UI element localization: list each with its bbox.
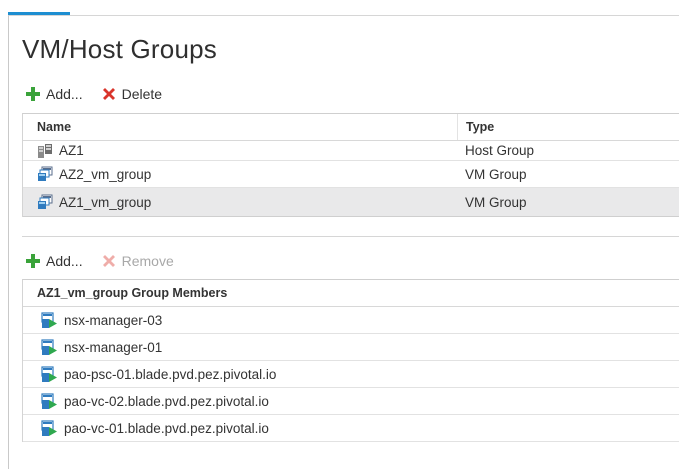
plus-icon [26,87,40,101]
add-member-button[interactable]: Add... [25,253,83,269]
row-name-cell: AZ1_vm_group [23,194,457,210]
row-type: VM Group [465,194,527,210]
groups-table: Name Type AZ1 Host Group AZ2_vm_group VM… [22,113,679,217]
members-toolbar: Add... Remove [25,251,192,271]
column-header-type[interactable]: Type [458,120,679,134]
groups-toolbar: Add... Delete [25,84,180,104]
row-type: Host Group [465,143,535,158]
members-table-header[interactable]: AZ1_vm_group Group Members [23,280,679,307]
members-table: AZ1_vm_group Group Members nsx-manager-0… [22,279,679,442]
vm-powered-on-icon [41,419,57,436]
add-group-label: Add... [46,86,83,102]
column-header-name[interactable]: Name [23,120,457,134]
host-group-icon [38,143,52,158]
page-title: VM/Host Groups [22,34,217,64]
remove-x-icon [102,255,115,267]
member-name: nsx-manager-01 [64,339,163,355]
list-item[interactable]: pao-vc-02.blade.pvd.pez.pivotal.io [23,388,679,415]
remove-member-label: Remove [121,253,174,269]
row-name-cell: AZ1 [23,143,457,159]
remove-member-button[interactable]: Remove [101,253,174,269]
table-row[interactable]: AZ2_vm_group VM Group [23,161,679,188]
table-row[interactable]: AZ1 Host Group [23,141,679,161]
groups-table-header: Name Type [23,114,679,141]
member-name: pao-vc-02.blade.pvd.pez.pivotal.io [64,393,269,409]
list-item[interactable]: nsx-manager-03 [23,307,679,334]
row-name: AZ1_vm_group [59,194,152,210]
member-name: nsx-manager-03 [64,312,163,328]
vm-powered-on-icon [41,392,57,409]
list-item[interactable]: pao-psc-01.blade.pvd.pez.pivotal.io [23,361,679,388]
delete-x-icon [102,88,115,100]
vm-group-icon [38,166,53,181]
delete-group-button[interactable]: Delete [101,86,162,102]
member-name: pao-vc-01.blade.pvd.pez.pivotal.io [64,420,269,436]
vm-powered-on-icon [41,311,57,328]
row-name-cell: AZ2_vm_group [23,166,457,182]
delete-group-label: Delete [121,86,163,102]
vm-powered-on-icon [41,338,57,355]
row-type: VM Group [465,166,527,182]
member-name: pao-psc-01.blade.pvd.pez.pivotal.io [64,366,277,382]
row-name: AZ1 [59,143,84,158]
plus-icon [26,254,40,268]
list-item[interactable]: pao-vc-01.blade.pvd.pez.pivotal.io [23,415,679,442]
vm-powered-on-icon [41,365,57,382]
add-group-button[interactable]: Add... [25,86,83,102]
section-divider [22,236,679,237]
row-name: AZ2_vm_group [59,166,152,182]
add-member-label: Add... [46,253,83,269]
table-row-selected[interactable]: AZ1_vm_group VM Group [23,188,679,217]
vm-group-icon [38,194,53,209]
list-item[interactable]: nsx-manager-01 [23,334,679,361]
